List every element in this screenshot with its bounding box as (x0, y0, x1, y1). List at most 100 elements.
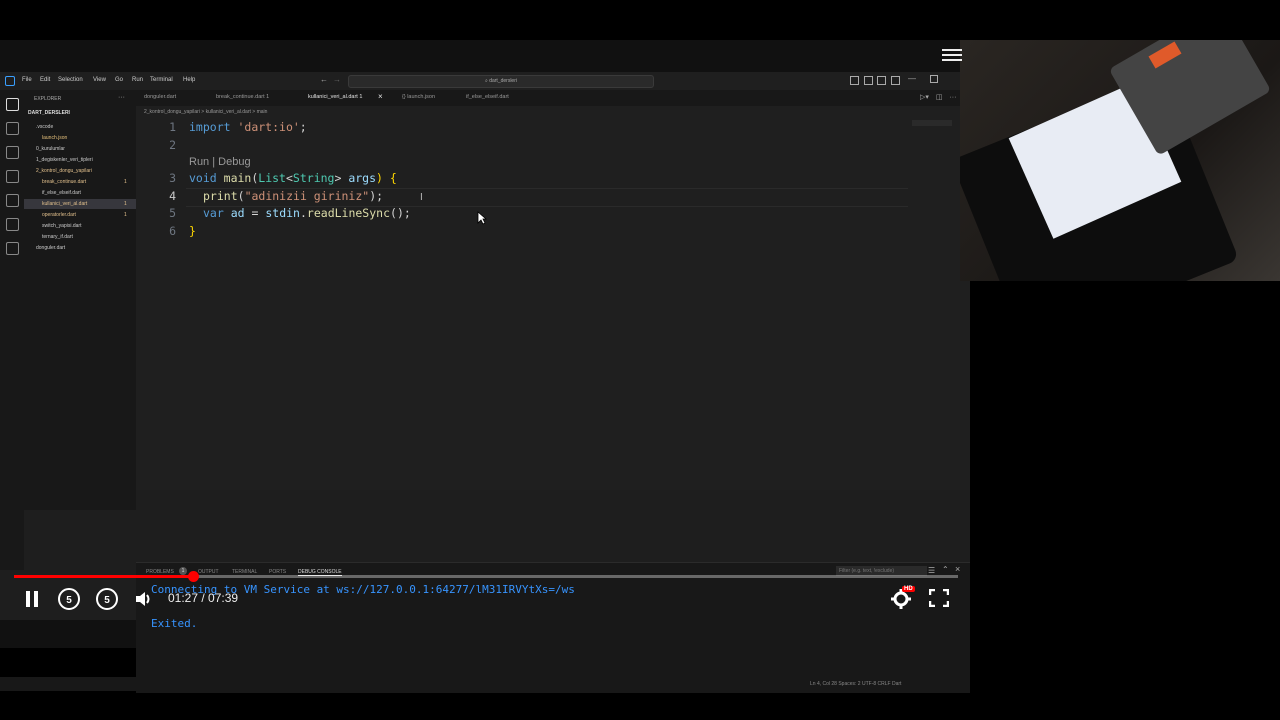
file-tree-item[interactable]: 1_degiskenler_veri_tipleri (24, 155, 136, 165)
file-tree-label: 1_degiskenler_veri_tipleri (36, 157, 93, 163)
progress-bar[interactable] (14, 571, 958, 582)
toggle-panel-icon[interactable] (863, 76, 873, 85)
parameter: args (348, 171, 377, 185)
file-tree-label: launch.json (42, 135, 68, 141)
file-tree-item[interactable]: .vscode (24, 122, 136, 132)
source-control-icon[interactable] (6, 146, 19, 159)
code-line-1: import 'dart:io'; (189, 120, 307, 134)
workspace-root[interactable]: DART_DERSLERI (28, 110, 70, 116)
forward-button[interactable]: 5 (96, 588, 118, 610)
close-panel-icon[interactable]: × (955, 564, 960, 574)
volume-icon (136, 592, 150, 606)
file-tree-item[interactable]: launch.json (24, 133, 136, 143)
line-number: 1 (169, 120, 176, 134)
file-tree-item[interactable]: switch_yapisi.dart (24, 221, 136, 231)
menu-terminal[interactable]: Terminal (150, 77, 173, 83)
minimize-icon[interactable]: — (908, 74, 916, 83)
file-tree-item[interactable]: ternary_if.dart (24, 232, 136, 242)
line-number: 3 (169, 171, 176, 185)
testing-icon[interactable] (6, 218, 19, 231)
time-display: 01:27 / 07:39 (168, 591, 239, 605)
mouse-pointer-icon (477, 211, 487, 225)
more-actions-icon[interactable]: ··· (949, 94, 956, 101)
file-tree-item[interactable]: 0_kurulumlar (24, 144, 136, 154)
back-arrow-icon[interactable]: ← (320, 75, 328, 84)
breadcrumb[interactable]: 2_kontrol_dongu_yapilari > kullanici_ver… (144, 109, 267, 115)
search-text: dart_dersleri (489, 78, 517, 84)
function-name: main (223, 171, 252, 185)
extensions-icon[interactable] (6, 242, 19, 255)
problem-count-badge: 1 (124, 179, 127, 185)
codelens-run-debug[interactable]: Run | Debug (189, 156, 251, 168)
maximize-icon[interactable] (930, 75, 938, 83)
file-tree-label: break_continue.dart (42, 179, 87, 185)
toggle-secondary-sidebar-icon[interactable] (877, 76, 887, 85)
vscode-window: File Edit Selection View Go Run Terminal Help ←… (0, 72, 970, 693)
settings-button[interactable]: HD (890, 586, 915, 615)
punctuation: (); (390, 206, 411, 220)
status-bar: Ln 4, Col 28 Spaces: 2 UTF-8 CRLF Dart (0, 677, 970, 691)
file-tree-label: donguler.dart (36, 245, 66, 251)
progress-fill (14, 575, 194, 578)
explorer-icon[interactable] (6, 98, 19, 111)
hd-badge: HD (902, 586, 915, 592)
menu-selection[interactable]: Selection (58, 77, 83, 83)
file-tree-label: if_else_elseif.dart (42, 190, 81, 196)
explorer-header: EXPLORER (34, 96, 62, 102)
file-tree-item[interactable]: operatorler.dart 1 (24, 210, 136, 220)
punctuation: < (285, 171, 293, 185)
run-icon[interactable]: ▷▾ (920, 94, 929, 101)
clear-console-icon[interactable]: ☰ (928, 566, 935, 575)
more-actions-icon[interactable]: ··· (118, 94, 125, 101)
editor-area: donguler.dart break_continue.dart 1 kullan… (136, 90, 970, 490)
status-right-items[interactable]: Ln 4, Col 28 Spaces: 2 UTF-8 CRLF Dart (810, 681, 901, 687)
code-line-4: print("adinizii giriniz"); (203, 189, 383, 203)
pause-button[interactable] (24, 590, 40, 608)
customize-layout-icon[interactable] (891, 76, 901, 85)
editor-tab[interactable]: if_else_elseif.dart (466, 94, 509, 100)
search-icon[interactable] (6, 194, 19, 207)
split-editor-icon[interactable]: ◫ (936, 94, 943, 101)
problems-count-badge: 1 (179, 567, 187, 575)
menu-file[interactable]: File (22, 77, 32, 83)
rewind-button[interactable]: 5 (58, 588, 80, 610)
line-number: 6 (169, 224, 176, 238)
webcam-overlay (960, 40, 1280, 281)
menu-run[interactable]: Run (132, 77, 143, 83)
function-name: print (203, 189, 238, 203)
fullscreen-button[interactable] (928, 588, 950, 608)
menu-view[interactable]: View (93, 77, 106, 83)
maximize-panel-icon[interactable]: ⌃ (942, 565, 949, 574)
file-tree-label: .vscode (36, 124, 54, 130)
type-name: String (292, 171, 335, 185)
file-tree-label: operatorler.dart (42, 212, 76, 218)
editor-tab[interactable]: donguler.dart (144, 94, 176, 100)
file-tree-label: 2_kontrol_dongu_yapilari (36, 168, 92, 174)
layout-toggle-icons[interactable] (850, 76, 901, 87)
editor-tab[interactable]: {} launch.json (402, 94, 435, 100)
file-tree-item[interactable]: kullanici_veri_al.dart 1 (24, 199, 136, 209)
editor-actions[interactable]: ▷▾ ◫ ··· (920, 93, 956, 101)
file-tree-item[interactable]: if_else_elseif.dart (24, 188, 136, 198)
file-tree-item[interactable]: break_continue.dart 1 (24, 177, 136, 187)
forward-arrow-icon[interactable]: → (333, 75, 341, 84)
file-tree-item[interactable]: donguler.dart (24, 243, 136, 253)
menu-help[interactable]: Help (183, 77, 195, 83)
toggle-sidebar-icon[interactable] (850, 76, 859, 85)
console-line: Exited. (151, 617, 198, 630)
search-view-icon[interactable] (6, 122, 19, 135)
menu-icon[interactable] (942, 46, 962, 64)
run-debug-icon[interactable] (6, 170, 19, 183)
menu-go[interactable]: Go (115, 77, 123, 83)
variable: ad (230, 206, 245, 220)
editor-tab[interactable]: break_continue.dart 1 (216, 94, 269, 100)
command-center-search[interactable]: ⌕ dart_dersleri (348, 75, 654, 88)
close-tab-icon[interactable]: × (378, 92, 383, 101)
function-name: readLineSync (306, 206, 391, 220)
rewind-seconds: 5 (66, 595, 72, 606)
vscode-logo-icon (5, 76, 15, 86)
menu-edit[interactable]: Edit (40, 77, 50, 83)
editor-tab[interactable]: kullanici_veri_al.dart 1 (308, 94, 362, 100)
volume-button[interactable] (134, 589, 154, 614)
file-tree-item[interactable]: 2_kontrol_dongu_yapilari (24, 166, 136, 176)
